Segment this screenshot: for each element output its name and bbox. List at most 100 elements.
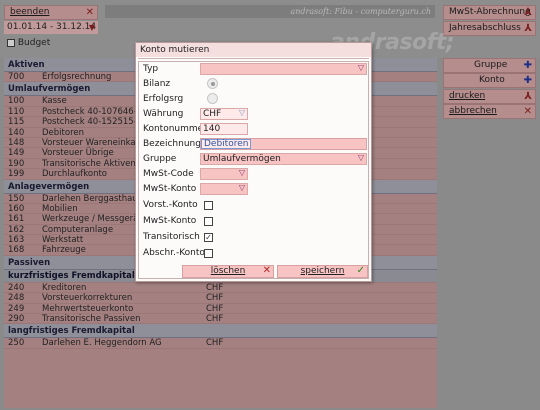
account-number: 199 <box>8 169 25 180</box>
erfolgsrg-radio[interactable] <box>207 93 218 104</box>
plus-icon: ✚ <box>523 75 532 86</box>
account-currency: CHF <box>206 282 224 293</box>
account-name: Werkstatt <box>42 235 84 246</box>
pdf-icon: ⅄ <box>524 23 532 34</box>
account-number: 148 <box>8 137 25 148</box>
account-name: Transitorische Passiven <box>42 314 141 325</box>
account-currency: CHF <box>206 303 224 314</box>
chevron-down-icon: ▽ <box>238 108 245 117</box>
account-row[interactable]: 249 Mehrwertsteuerkonto CHF <box>4 303 437 315</box>
account-number: 115 <box>8 117 25 128</box>
vorst-konto-checkbox[interactable] <box>204 201 213 210</box>
account-row[interactable]: 250 Darlehen E. Heggendorn AG CHF <box>4 338 437 349</box>
account-name: Werkzeuge / Messgeräte <box>42 214 147 225</box>
speichern-button[interactable]: speichern ✓ <box>277 265 368 278</box>
account-name: Darlehen E. Heggendorn AG <box>42 338 162 349</box>
mwst-konto-select[interactable]: ▽ <box>200 183 248 195</box>
gruppe-label: Gruppe <box>143 154 177 164</box>
bezeichnung-input[interactable]: Debitoren <box>200 138 367 150</box>
bilanz-label: Bilanz <box>143 79 171 89</box>
account-row[interactable]: 248 Vorsteuerkorrekturen CHF <box>4 293 437 304</box>
account-currency: CHF <box>206 338 224 349</box>
account-number: 249 <box>8 303 25 314</box>
mwst-konto-label: MwSt-Konto <box>143 184 197 194</box>
loeschen-label: löschen <box>210 266 246 276</box>
waehrung-value: CHF <box>203 109 222 119</box>
mwst-konto2-checkbox[interactable] <box>204 217 213 226</box>
jahresabschluss-button[interactable]: Jahresabschluss ⅄ <box>443 21 536 36</box>
check-icon: ✓ <box>356 265 365 276</box>
account-name: Kreditoren <box>42 282 87 293</box>
transitorisch-checkbox[interactable]: ✓ <box>204 233 213 242</box>
typ-select[interactable]: ▽ <box>200 63 367 75</box>
waehrung-select[interactable]: CHF ▽ <box>200 108 248 120</box>
abbrechen-label: abbrechen <box>449 106 497 116</box>
group-header-label: Umlaufvermögen <box>8 84 91 95</box>
gruppe-button[interactable]: Gruppe ✚ <box>443 58 536 73</box>
account-row[interactable]: 240 Kreditoren CHF <box>4 282 437 294</box>
account-number: 240 <box>8 282 25 293</box>
window-title: andrasoft: Fibu - computerguru.ch <box>105 5 435 18</box>
account-number: 162 <box>8 224 25 235</box>
account-name: Durchlaufkonto <box>42 169 107 180</box>
kontonummer-input[interactable]: 140 <box>200 123 248 135</box>
group-header-label: Aktiven <box>8 60 45 70</box>
loeschen-button[interactable]: löschen ✕ <box>182 265 274 278</box>
drucken-label: drucken <box>449 91 486 101</box>
bezeichnung-label: Bezeichnung <box>143 139 201 149</box>
account-number: 700 <box>8 72 25 82</box>
account-row[interactable]: 290 Transitorische Passiven CHF <box>4 314 437 325</box>
chevron-down-icon: ▽ <box>238 168 245 177</box>
account-currency: CHF <box>206 293 224 304</box>
jahresabschluss-label: Jahresabschluss <box>449 23 521 33</box>
group-header-row[interactable]: langfristiges Fremdkapital <box>4 324 437 339</box>
abschr-konto-checkbox[interactable] <box>204 249 213 258</box>
konto-label: Konto <box>479 75 505 85</box>
dialog-title: Konto mutieren <box>136 43 371 57</box>
group-header-label: Passiven <box>8 257 51 268</box>
beenden-button[interactable]: beenden ✕ <box>4 5 98 20</box>
account-number: 161 <box>8 214 25 225</box>
plus-icon: ✚ <box>523 60 532 71</box>
account-number: 160 <box>8 203 25 214</box>
close-icon: ✕ <box>262 265 271 276</box>
account-name: Vorsteuer Übrige <box>42 148 114 159</box>
gruppe-select[interactable]: Umlaufvermögen ▽ <box>200 153 367 165</box>
account-name: Darlehen Berggasthaus L <box>42 193 150 204</box>
account-name: Vorsteuerkorrekturen <box>42 293 133 304</box>
account-name: Fahrzeuge <box>42 245 86 256</box>
period-select[interactable]: 01.01.14 - 31.12.14 ▼ <box>4 21 98 34</box>
mwst-konto2-label: MwSt-Konto <box>143 216 197 226</box>
close-icon: ✕ <box>523 106 532 117</box>
account-name: Mehrwertsteuerkonto <box>42 303 134 314</box>
chevron-down-icon: ▽ <box>238 183 245 192</box>
waehrung-label: Währung <box>143 109 184 119</box>
konto-button[interactable]: Konto ✚ <box>443 73 536 88</box>
chevron-down-icon: ▽ <box>357 63 364 72</box>
mwst-abrechnung-button[interactable]: MwSt-Abrechnung ⅄ <box>443 5 536 20</box>
budget-checkbox[interactable] <box>7 38 15 47</box>
gruppe-label: Gruppe <box>474 60 508 70</box>
abbrechen-button[interactable]: abbrechen ✕ <box>443 104 536 119</box>
gruppe-value: Umlaufvermögen <box>203 154 281 164</box>
bilanz-radio[interactable] <box>207 78 218 89</box>
account-name: Erfolgsrechnung <box>42 72 112 82</box>
pdf-icon: ⅄ <box>524 7 532 18</box>
typ-label: Typ <box>143 64 159 74</box>
beenden-label: beenden <box>10 7 50 17</box>
abschr-konto-label: Abschr.-Konto <box>143 248 205 258</box>
bezeichnung-value: Debitoren <box>201 139 251 149</box>
account-number: 290 <box>8 314 25 325</box>
budget-toggle[interactable]: Budget <box>7 38 50 49</box>
kontonummer-label: Kontonummer <box>143 124 207 134</box>
mwst-code-select[interactable]: ▽ <box>200 168 248 180</box>
account-name: Computeranlage <box>42 224 114 235</box>
drucken-button[interactable]: drucken ⅄ <box>443 89 536 104</box>
chevron-down-icon: ▽ <box>357 153 364 162</box>
pdf-icon: ⅄ <box>524 91 532 102</box>
budget-label: Budget <box>17 38 51 48</box>
erfolgsrg-label: Erfolgsrg <box>143 94 184 104</box>
divider <box>138 58 369 59</box>
dialog-form: Typ ▽ Bilanz Erfolgsrg Währung CHF ▽ Kon… <box>138 61 369 279</box>
account-name: Mobilien <box>42 203 78 214</box>
